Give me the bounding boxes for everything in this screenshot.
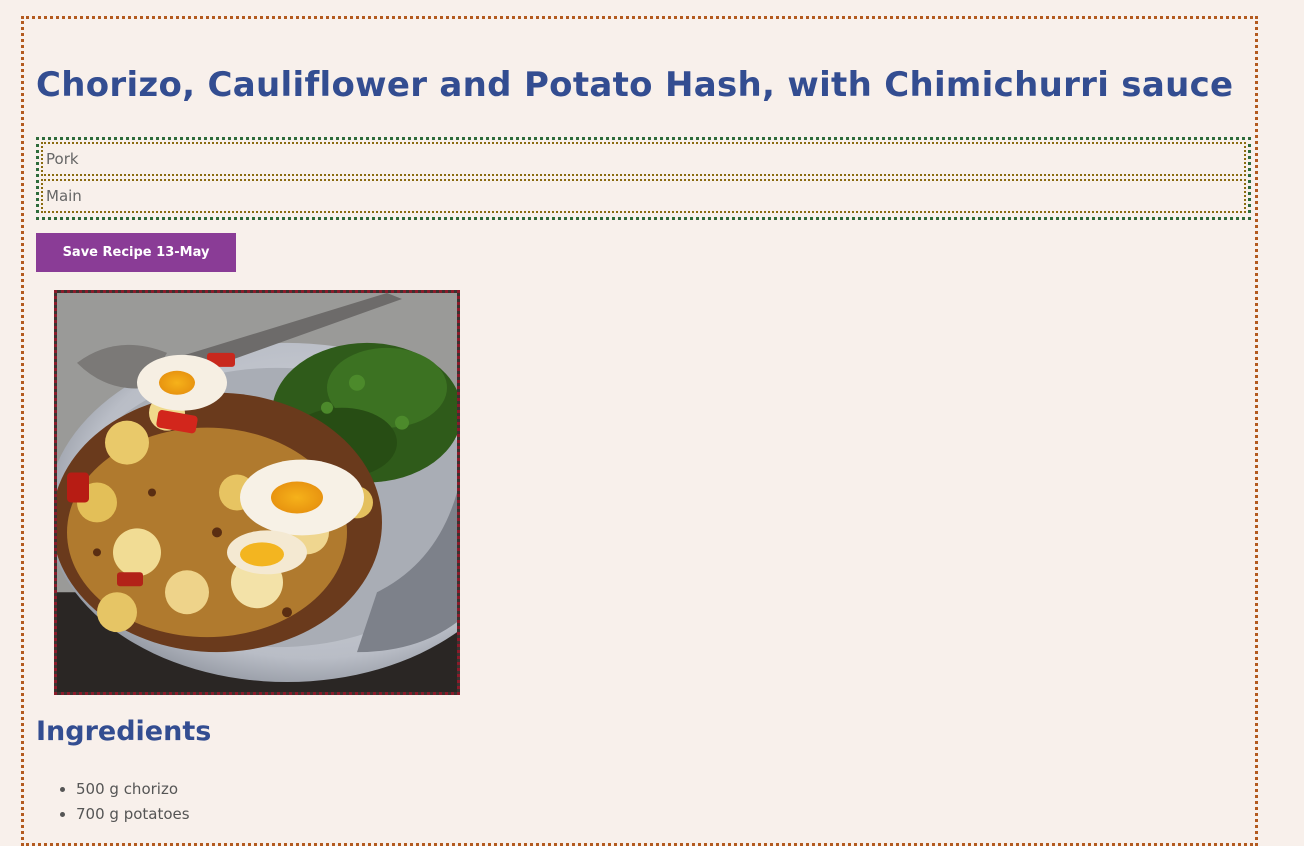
recipe-title: Chorizo, Cauliflower and Potato Hash, wi… <box>36 65 1234 105</box>
category-list: Pork Main <box>36 137 1251 220</box>
recipe-photo-illustration <box>57 293 457 692</box>
category-tag-pork[interactable]: Pork <box>41 142 1246 176</box>
recipe-photo <box>54 290 460 695</box>
category-tag-main[interactable]: Main <box>41 179 1246 213</box>
ingredient-item: 700 g potatoes <box>76 802 190 827</box>
ingredient-item: 500 g chorizo <box>76 777 190 802</box>
recipe-card: Chorizo, Cauliflower and Potato Hash, wi… <box>21 16 1258 846</box>
save-recipe-button[interactable]: Save Recipe 13-May <box>36 233 236 272</box>
ingredient-list: 500 g chorizo 700 g potatoes <box>36 777 190 827</box>
ingredients-heading: Ingredients <box>36 716 212 747</box>
